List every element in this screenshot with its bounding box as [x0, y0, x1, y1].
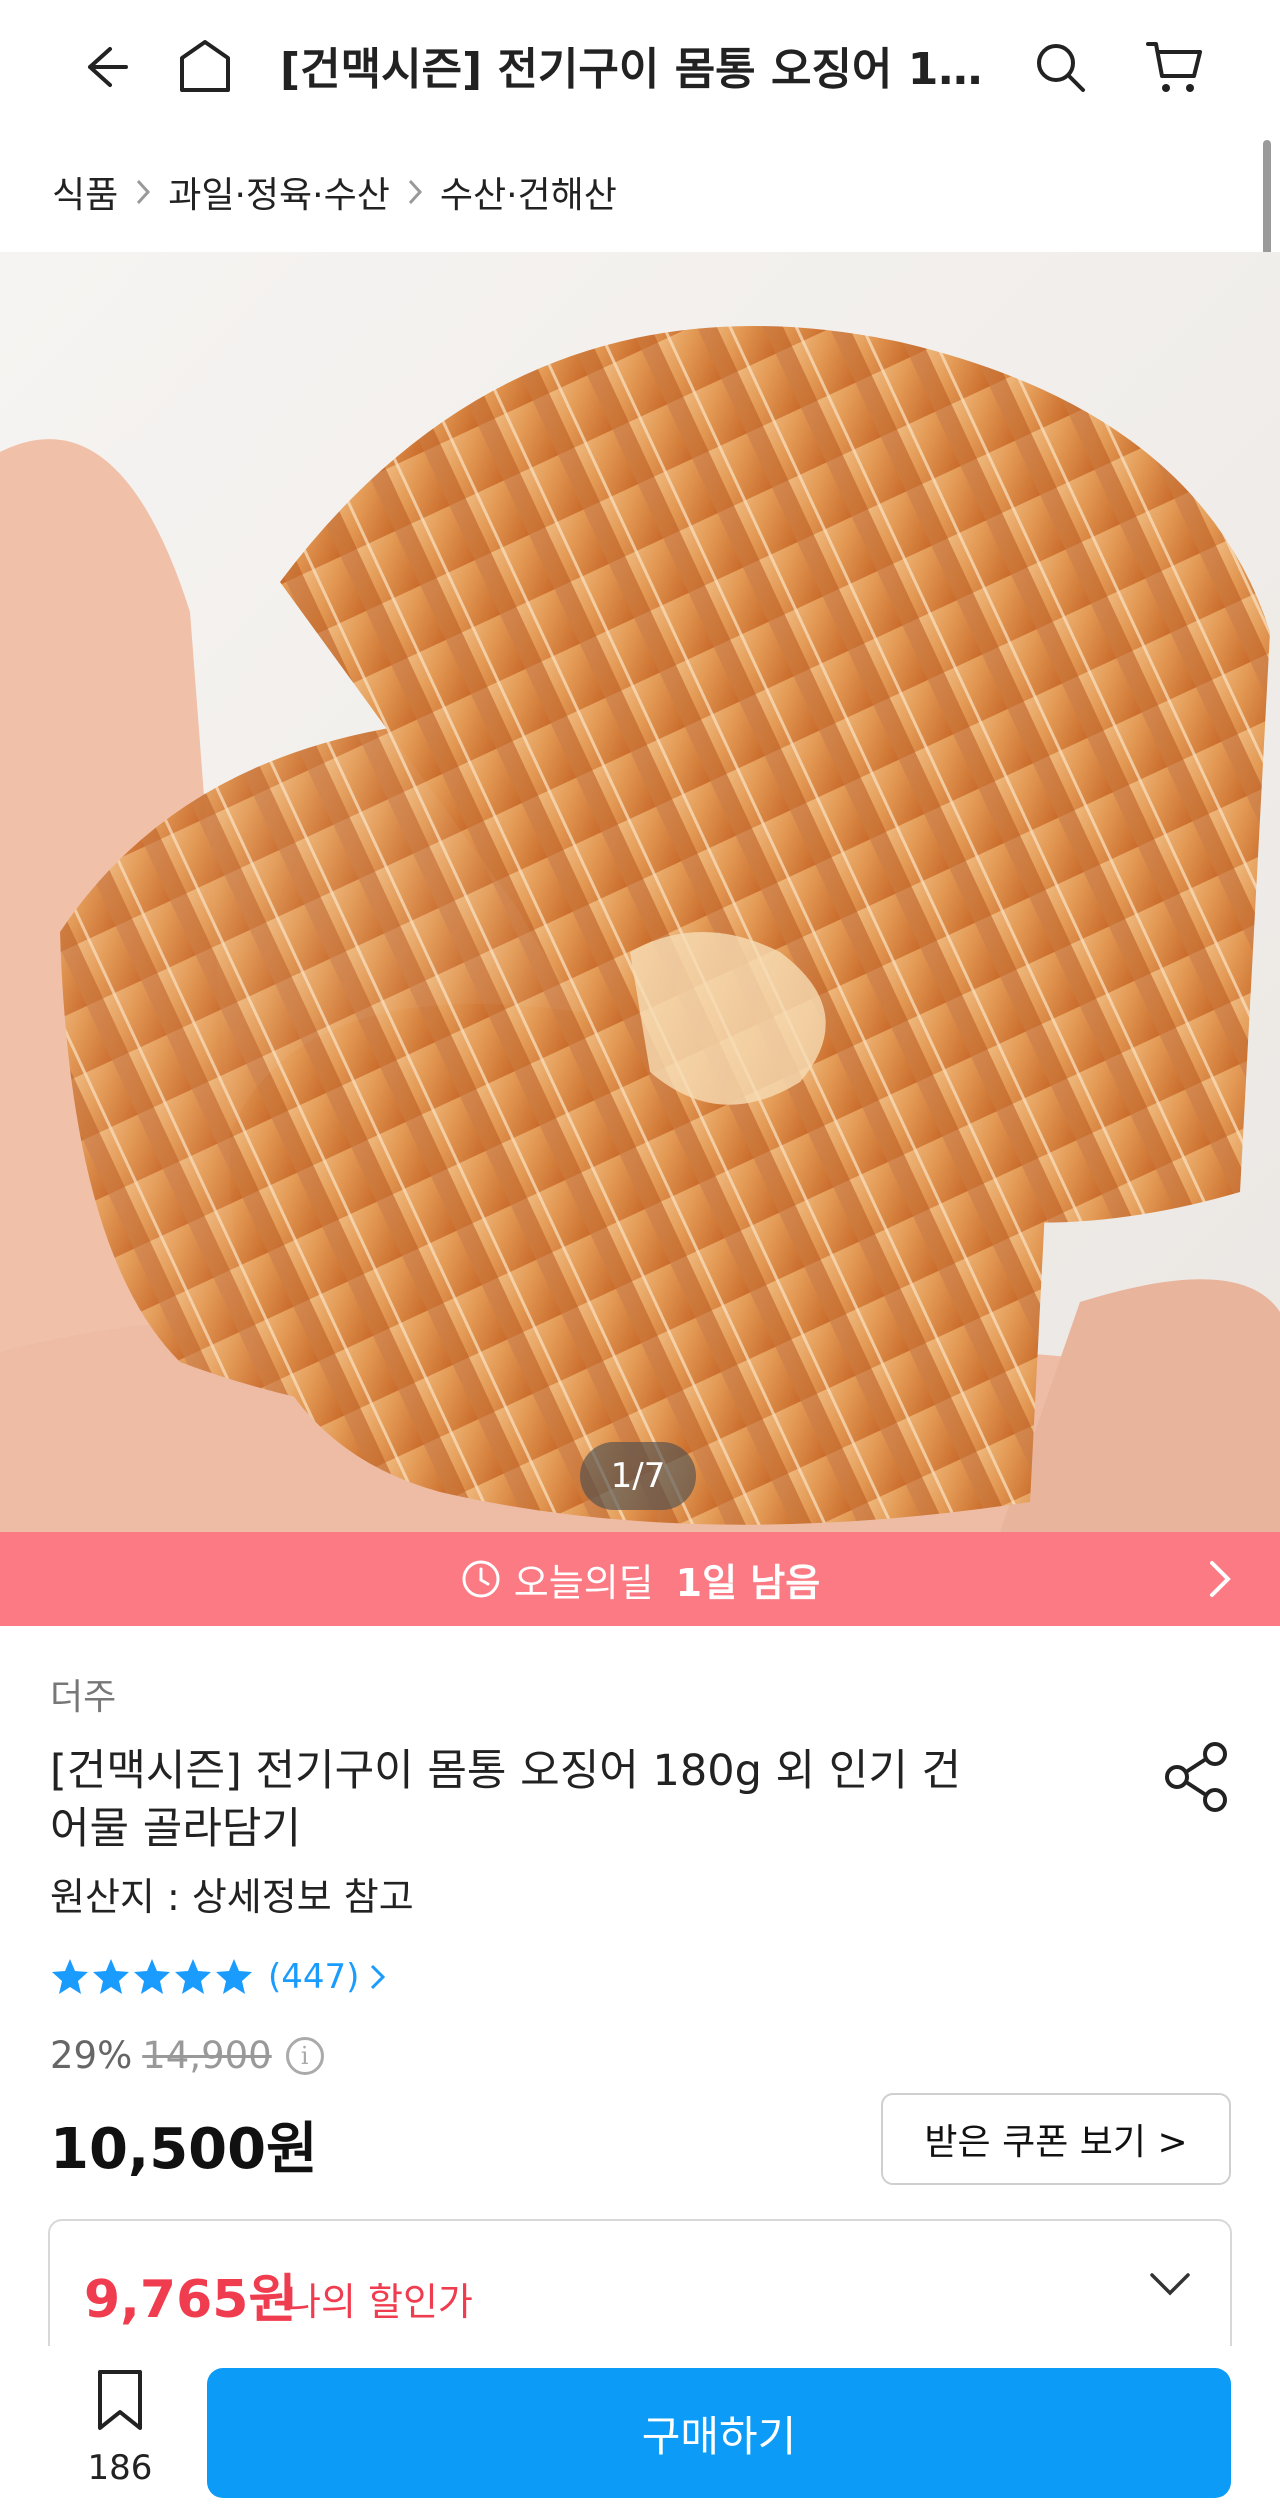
discount-percent: 29%: [50, 2034, 133, 2077]
deal-remaining: 1일 남음: [675, 1560, 821, 1605]
chevron-down-icon[interactable]: [1144, 2259, 1196, 2315]
today-deal-banner[interactable]: 오늘의딜 1일 남음: [0, 1532, 1280, 1626]
original-price: 14,900: [142, 2034, 272, 2077]
chevron-right-icon: [396, 173, 434, 211]
cart-icon[interactable]: [1140, 32, 1210, 102]
review-count: (447): [268, 1957, 360, 1997]
rating[interactable]: (447): [50, 1950, 389, 2004]
view-coupons-button[interactable]: 받은 쿠폰 보기 >: [881, 2093, 1231, 2185]
share-icon[interactable]: [1160, 1740, 1234, 1814]
my-price-label: 나의 할인가: [286, 2280, 473, 2324]
chevron-right-icon: [1200, 1555, 1240, 1612]
info-icon[interactable]: i: [285, 2036, 324, 2075]
discount-row: 29% 14,900 i: [50, 2034, 324, 2077]
origin-info: 원산지 : 상세정보 참고: [50, 1875, 414, 1919]
bookmark-button[interactable]: 186: [80, 2368, 160, 2498]
search-icon[interactable]: [1025, 32, 1095, 102]
top-header: [건맥시즌] 전기구이 몸통 오징어 180...: [0, 0, 1280, 135]
star-rating-icon: [52, 1959, 252, 1994]
chevron-right-icon: [367, 1961, 389, 1993]
back-arrow-icon[interactable]: [65, 32, 135, 102]
breadcrumb-item[interactable]: 수산·건해산: [440, 166, 617, 218]
image-counter: 1/7: [580, 1442, 696, 1510]
deal-label: 오늘의딜: [513, 1560, 654, 1605]
breadcrumb: 식품 과일·정육·수산 수산·건해산: [52, 162, 617, 222]
bottom-action-bar: 186 구매하기: [0, 2346, 1280, 2516]
chevron-right-icon: [124, 173, 162, 211]
page-title: [건맥시즌] 전기구이 몸통 오징어 180...: [280, 44, 990, 95]
bookmark-count: 186: [87, 2448, 153, 2488]
my-price-amount: 9,765원: [84, 2270, 297, 2330]
bookmark-icon: [92, 2368, 148, 2438]
brand-name[interactable]: 더주: [50, 1668, 116, 1720]
product-title: [건맥시즌] 전기구이 몸통 오징어 180g 외 인기 건어물 골라담기: [50, 1746, 962, 1854]
scrollbar[interactable]: [1263, 140, 1271, 268]
breadcrumb-item[interactable]: 과일·정육·수산: [168, 166, 390, 218]
product-image[interactable]: [0, 252, 1280, 1532]
home-icon[interactable]: [170, 32, 240, 102]
buy-button[interactable]: 구매하기: [207, 2368, 1231, 2498]
sale-price: 10,500원: [50, 2117, 318, 2182]
breadcrumb-item[interactable]: 식품: [52, 166, 118, 218]
clock-icon: [460, 1558, 502, 1600]
